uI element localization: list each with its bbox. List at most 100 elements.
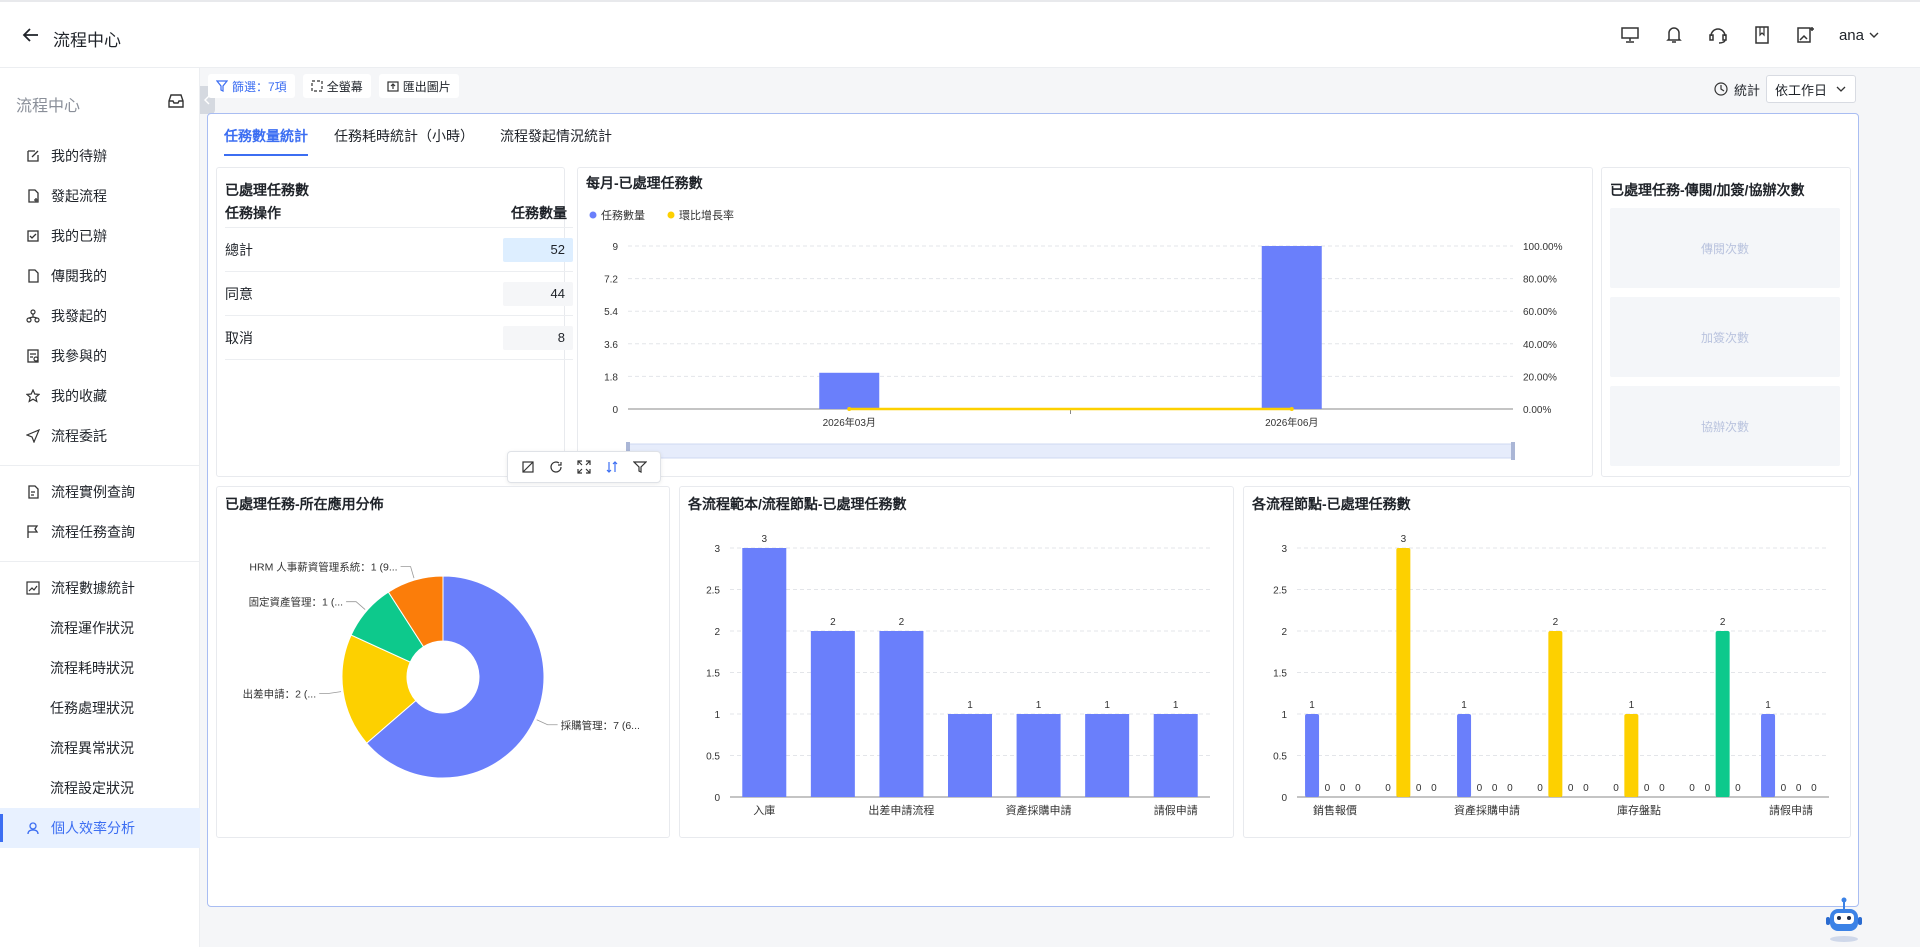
sidebar-item-task-handling[interactable]: 任務處理狀況	[0, 688, 200, 728]
bar-value-label: 0	[1492, 783, 1498, 794]
clock-icon	[1714, 82, 1728, 96]
sidebar-item-label: 我的已辦	[51, 228, 107, 244]
monthly-chart: 每月-已處理任務數任務數量 環比增長率 0 0.00% 1.8 20.00% 3.6 40.0…	[586, 175, 1563, 460]
filter-label: 篩選：7項	[232, 79, 287, 94]
bar-value-label: 0	[1705, 783, 1711, 794]
bar-value-label: 1	[1309, 700, 1315, 711]
headset-icon[interactable]	[1707, 24, 1729, 46]
table-row: 取消 8	[225, 316, 573, 360]
x-tick-label: 庫存盤點	[1617, 803, 1661, 817]
export-label: 匯出圖片	[402, 79, 451, 94]
book-icon[interactable]	[1751, 24, 1773, 46]
sidebar-item-label: 流程耗時狀況	[50, 660, 134, 676]
fullscreen-icon	[311, 80, 323, 92]
bar	[1085, 714, 1130, 797]
user-icon	[25, 820, 41, 836]
sidebar-item-done[interactable]: 我的已辦	[0, 216, 200, 256]
user-menu[interactable]: ana	[1839, 27, 1880, 44]
row-value: 52	[503, 237, 573, 262]
chevron-down-icon	[1836, 86, 1846, 92]
tab-task-count[interactable]: 任務數量統計	[224, 126, 308, 156]
sidebar-item-operation[interactable]: 流程運作狀況	[0, 608, 200, 648]
app-title: 流程中心	[53, 31, 121, 50]
bar-value-label: 2	[899, 617, 905, 628]
circulate-count-box: 傳閱次數	[1610, 208, 1840, 288]
y2-tick-label: 0.00%	[1523, 405, 1551, 416]
export-image-button[interactable]: 匯出圖片	[378, 74, 459, 98]
bar-value-label: 3	[1401, 534, 1407, 545]
image-edit-icon[interactable]	[1795, 24, 1817, 46]
y-tick-label: 0	[714, 793, 720, 804]
filter-icon[interactable]	[631, 458, 649, 476]
sort-icon[interactable]	[603, 458, 621, 476]
fullscreen-button[interactable]: 全螢幕	[302, 74, 371, 98]
sidebar-item-label: 任務處理狀況	[50, 700, 134, 716]
send-icon	[25, 428, 41, 444]
bar-value-label: 0	[1781, 783, 1787, 794]
circulate-card: 已處理任務-傳閱/加簽/協辦次數 傳閱次數 加簽次數 協辦次數	[1601, 167, 1851, 477]
y-tick-label: 1	[714, 710, 720, 721]
file-search-icon	[25, 484, 41, 500]
sidebar-item-start[interactable]: 發起流程	[0, 176, 200, 216]
pie-label: 固定資產管理：1 (...	[249, 596, 344, 609]
monitor-icon[interactable]	[1619, 24, 1641, 46]
add-sign-count-box: 加簽次數	[1610, 297, 1840, 377]
bar-value-label: 0	[1507, 783, 1513, 794]
bar-value-label: 0	[1796, 783, 1802, 794]
table-row: 總計 52	[225, 228, 573, 272]
sidebar-item-settings-status[interactable]: 流程設定狀況	[0, 768, 200, 808]
sidebar-item-favorites[interactable]: 我的收藏	[0, 376, 200, 416]
bar	[742, 548, 787, 797]
tab-task-duration[interactable]: 任務耗時統計（小時）	[334, 126, 474, 156]
sidebar-item-personal-efficiency[interactable]: 個人效率分析	[0, 808, 200, 848]
sidebar-item-circulated[interactable]: 傳閱我的	[0, 256, 200, 296]
bar-value-label: 0	[1735, 783, 1741, 794]
x-tick-label: 2026年06月	[1265, 416, 1318, 429]
expand-icon[interactable]	[575, 458, 593, 476]
robot-assistant-icon[interactable]	[1822, 895, 1866, 943]
sidebar-item-task-query[interactable]: 流程任務查詢	[0, 512, 200, 552]
bar-value-label: 0	[1811, 783, 1817, 794]
sidebar-item-statistics[interactable]: 流程數據統計	[0, 568, 200, 608]
tab-process-initiation[interactable]: 流程發起情況統計	[500, 126, 612, 156]
inbox-icon[interactable]	[167, 92, 185, 110]
filter-button[interactable]: 篩選：7項	[208, 74, 295, 98]
monthly-chart-card: 每月-已處理任務數 任務數量 環比增長率 0 0.00% 1.8 20.00% 3.6 40.0…	[577, 167, 1593, 477]
sidebar-item-label: 我參與的	[51, 348, 107, 364]
sidebar-item-delegate[interactable]: 流程委託	[0, 416, 200, 456]
sidebar-item-label: 我的待辦	[51, 148, 107, 164]
bar	[1624, 714, 1639, 797]
sidebar-item-duration[interactable]: 流程耗時狀況	[0, 648, 200, 688]
app-distribution-card: 已處理任務-所在應用分佈 採購管理：7 (6... 出差申請：2 (... 固定資產管…	[216, 486, 670, 838]
sidebar-item-instance-query[interactable]: 流程實例查詢	[0, 472, 200, 512]
x-tick-label: 2026年03月	[823, 416, 876, 429]
y2-tick-label: 60.00%	[1523, 307, 1557, 318]
back-arrow-icon[interactable]	[22, 26, 40, 44]
row-value: 8	[503, 325, 573, 350]
y-tick-label: 0	[612, 405, 618, 416]
x-tick-label: 資產採購申請	[1454, 803, 1520, 817]
clear-icon[interactable]	[519, 458, 537, 476]
bell-icon[interactable]	[1663, 24, 1685, 46]
sidebar-item-todo[interactable]: 我的待辦	[0, 136, 200, 176]
y-tick-label: 5.4	[604, 307, 618, 318]
stat-select[interactable]: 依工作日	[1765, 75, 1856, 103]
refresh-icon[interactable]	[547, 458, 565, 476]
sidebar-item-exception[interactable]: 流程異常狀況	[0, 728, 200, 768]
sidebar-item-label: 個人效率分析	[51, 820, 135, 836]
bar-value-label: 2	[1720, 617, 1726, 628]
filter-icon	[216, 80, 228, 92]
bar-value-label: 1	[1173, 700, 1179, 711]
sidebar-item-initiated[interactable]: 我發起的	[0, 296, 200, 336]
pie-label: 採購管理：7 (6...	[561, 719, 640, 732]
bar-value-label: 1	[1461, 700, 1467, 711]
bar-value-label: 1	[1765, 700, 1771, 711]
x-tick-label: 銷售報價	[1313, 803, 1357, 817]
stat-select-value: 依工作日	[1774, 82, 1827, 98]
sidebar-item-participated[interactable]: 我參與的	[0, 336, 200, 376]
pie-label-line	[319, 691, 342, 694]
legend-label: 環比增長率	[679, 208, 734, 222]
bar	[1261, 246, 1322, 409]
bar	[1153, 714, 1198, 797]
chart-title: 已處理任務-所在應用分佈	[225, 496, 384, 512]
